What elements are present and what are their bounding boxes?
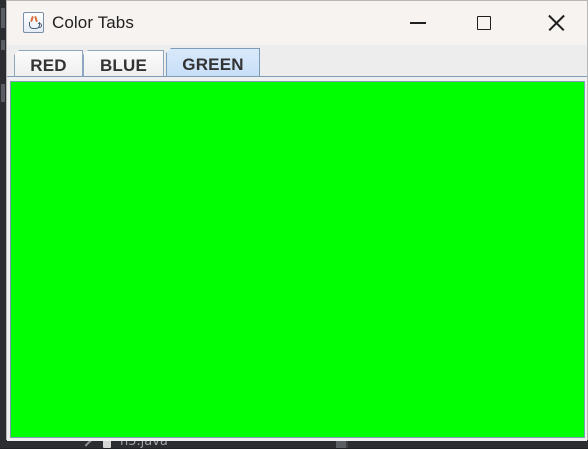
- tab-green[interactable]: GREEN: [166, 48, 260, 76]
- background-strip-mark: [1, 40, 5, 50]
- cup-handle-icon-part: [38, 23, 42, 28]
- window-title: Color Tabs: [52, 13, 134, 33]
- minimize-button[interactable]: [393, 1, 439, 45]
- application-window: Color Tabs RED BLUE GREEN: [6, 0, 588, 440]
- background-strip-mark: [1, 8, 5, 28]
- maximize-icon: [477, 16, 491, 30]
- tab-blue[interactable]: BLUE: [83, 50, 164, 76]
- close-button[interactable]: [531, 1, 577, 45]
- tab-red[interactable]: RED: [14, 50, 83, 76]
- minimize-icon: [410, 22, 426, 24]
- tab-strip: RED BLUE GREEN: [7, 45, 587, 77]
- maximize-button[interactable]: [461, 1, 507, 45]
- tab-baseline: [7, 76, 587, 77]
- title-bar[interactable]: Color Tabs: [7, 1, 587, 45]
- tab-blue-label: BLUE: [84, 56, 163, 76]
- window-content: RED BLUE GREEN: [7, 45, 587, 441]
- background-strip-mark: [1, 84, 5, 102]
- tab-red-label: RED: [15, 56, 82, 76]
- java-cup-icon: [23, 12, 44, 33]
- tab-green-label: GREEN: [167, 55, 259, 75]
- green-panel-surface: [12, 83, 583, 436]
